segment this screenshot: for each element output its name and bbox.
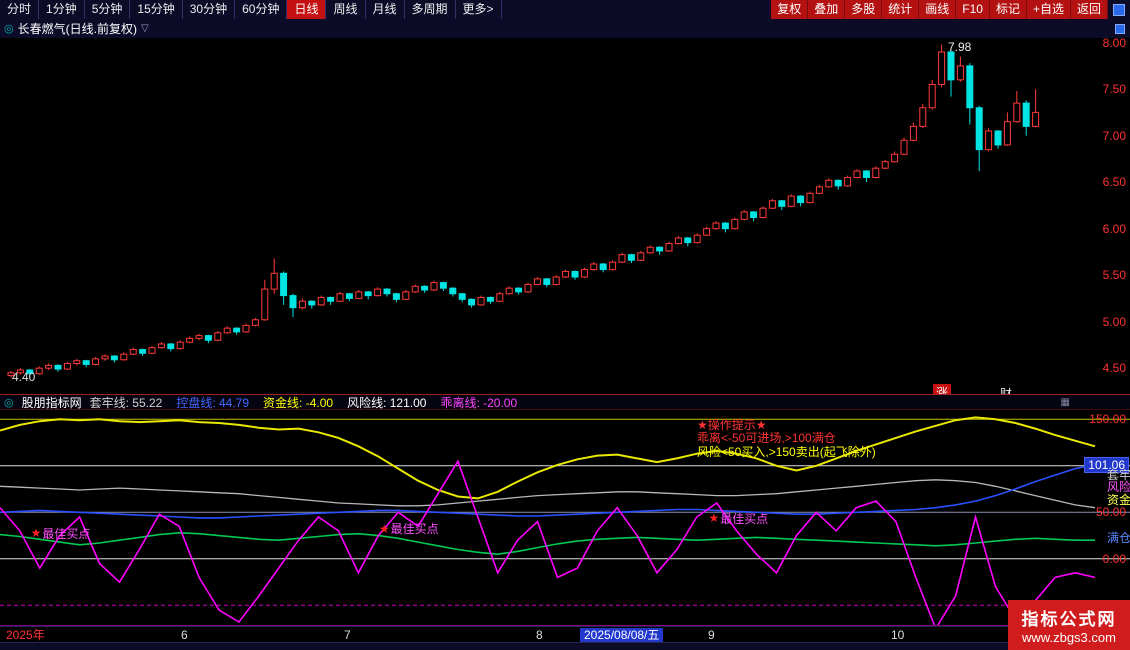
- toolbar-item[interactable]: 返回: [1071, 0, 1108, 19]
- indicator-section: ◎ 股朋指标网 套牢线: 55.22 控盘线: 44.79 资金线: -4.00 风险…: [0, 394, 1130, 626]
- period-item[interactable]: 周线: [326, 0, 365, 19]
- stock-icon: ◎: [4, 22, 14, 35]
- period-item[interactable]: 多周期: [405, 0, 456, 19]
- buy-point-label: 最佳买点: [42, 525, 90, 542]
- price-axis-label: 7.50: [1103, 82, 1126, 96]
- period-item[interactable]: 更多>: [456, 0, 502, 19]
- period-item[interactable]: 日线: [287, 0, 326, 19]
- toolbar-item[interactable]: +自选: [1027, 0, 1071, 19]
- year-label: 2025年: [6, 628, 45, 642]
- month-tick: 10: [891, 628, 904, 642]
- month-tick: 8: [536, 628, 543, 642]
- line-name-label: 资金: [1107, 491, 1130, 508]
- indicator-header: ◎ 股朋指标网 套牢线: 55.22 控盘线: 44.79 资金线: -4.00 风险…: [0, 395, 1130, 410]
- price-axis-label: 5.50: [1103, 268, 1126, 282]
- toolbar-item[interactable]: 画线: [919, 0, 956, 19]
- period-item[interactable]: 15分钟: [130, 0, 182, 19]
- cai-badge: 财: [1000, 385, 1012, 394]
- period-menu: 分时1分钟5分钟15分钟30分钟60分钟日线周线月线多周期更多>: [0, 0, 502, 19]
- indicator-value: 风险线: 121.00: [347, 394, 426, 411]
- selected-date[interactable]: 2025/08/08/五: [580, 628, 663, 642]
- toolbar-item[interactable]: 复权: [771, 0, 808, 19]
- watermark: 指标公式网 www.zbgs3.com: [1008, 600, 1130, 650]
- period-item[interactable]: 60分钟: [235, 0, 287, 19]
- start-price-label: 4.40: [12, 370, 35, 384]
- period-item[interactable]: 分时: [0, 0, 39, 19]
- watermark-title: 指标公式网: [1008, 605, 1130, 630]
- candles-canvas: [0, 38, 1130, 394]
- zhang-badge: 涨: [933, 384, 951, 394]
- toolbar-item[interactable]: 标记: [990, 0, 1027, 19]
- candlestick-chart[interactable]: 8.00 7.50 7.00 6.50 6.00 5.50 5.00 4.50 7.98 4.…: [0, 38, 1130, 394]
- buy-point-marker: ★最佳买点: [379, 520, 439, 537]
- price-axis-label: 4.50: [1103, 361, 1126, 375]
- indicator-values: 套牢线: 55.22 控盘线: 44.79 资金线: -4.00 风险线: 121.0…: [90, 394, 518, 411]
- buy-point-label: 最佳买点: [720, 510, 768, 527]
- line-name-label: 满仓: [1107, 529, 1130, 546]
- top-menubar: 分时1分钟5分钟15分钟30分钟60分钟日线周线月线多周期更多> 复权叠加多股统…: [0, 0, 1130, 19]
- toolbar-item[interactable]: 叠加: [808, 0, 845, 19]
- indicator-source: 股朋指标网: [22, 394, 82, 411]
- window-icon[interactable]: [1113, 4, 1125, 16]
- symbol-title: 长春燃气(日线.前复权): [18, 20, 137, 37]
- indicator-value: 控盘线: 44.79: [176, 394, 249, 411]
- watermark-url: www.zbgs3.com: [1008, 630, 1130, 645]
- star-icon: ★: [31, 526, 42, 540]
- panel-settings-icon[interactable]: ▦: [1061, 397, 1070, 408]
- peak-price-label: 7.98: [948, 40, 971, 54]
- indicator-note: 风险<50买入,>150卖出(起飞除外): [697, 443, 876, 460]
- period-item[interactable]: 月线: [366, 0, 405, 19]
- bottom-toolbar-partial: [0, 642, 1130, 650]
- star-icon: ★: [708, 511, 719, 525]
- price-axis-label: 5.00: [1103, 315, 1126, 329]
- buy-point-label: 最佳买点: [391, 520, 439, 537]
- buy-point-marker: ★最佳买点: [31, 525, 91, 542]
- price-axis-label: 8.00: [1103, 38, 1126, 50]
- month-tick: 6: [181, 628, 188, 642]
- indicator-canvas: [0, 410, 1130, 626]
- indicator-value: 资金线: -4.00: [263, 394, 333, 411]
- star-icon: ★: [379, 522, 390, 536]
- price-axis-label: 6.50: [1103, 175, 1126, 189]
- tool-menu: 复权叠加多股统计画线F10标记+自选返回: [771, 0, 1130, 19]
- indicator-axis-label: 150.00: [1089, 412, 1126, 426]
- date-axis: 2025年 6 7 8 2025/08/08/五 9 10: [0, 626, 1130, 642]
- price-axis-label: 7.00: [1103, 129, 1126, 143]
- month-tick: 9: [708, 628, 715, 642]
- indicator-source-icon: ◎: [4, 396, 14, 409]
- symbol-bar: ◎ 长春燃气(日线.前复权) ▽: [0, 19, 1130, 38]
- tool-menu-items: 复权叠加多股统计画线F10标记+自选返回: [771, 0, 1108, 19]
- toolbar-item[interactable]: F10: [956, 0, 990, 19]
- period-item[interactable]: 30分钟: [183, 0, 235, 19]
- toolbar-item[interactable]: 多股: [845, 0, 882, 19]
- period-item[interactable]: 5分钟: [85, 0, 131, 19]
- indicator-value: 套牢线: 55.22: [90, 394, 163, 411]
- panel-window-icon[interactable]: [1115, 24, 1125, 34]
- toolbar-item[interactable]: 统计: [882, 0, 919, 19]
- symbol-dropdown-icon[interactable]: ▽: [141, 23, 149, 34]
- buy-point-marker: ★最佳买点: [708, 510, 768, 527]
- indicator-axis-label: 0.00: [1103, 552, 1126, 566]
- price-axis-label: 6.00: [1103, 222, 1126, 236]
- indicator-value: 乖离线: -20.00: [440, 394, 517, 411]
- month-tick: 7: [344, 628, 351, 642]
- indicator-panel[interactable]: 101.06 150.0050.000.00套牢风险资金满仓★操作提示★乖离<-…: [0, 410, 1130, 626]
- period-item[interactable]: 1分钟: [39, 0, 85, 19]
